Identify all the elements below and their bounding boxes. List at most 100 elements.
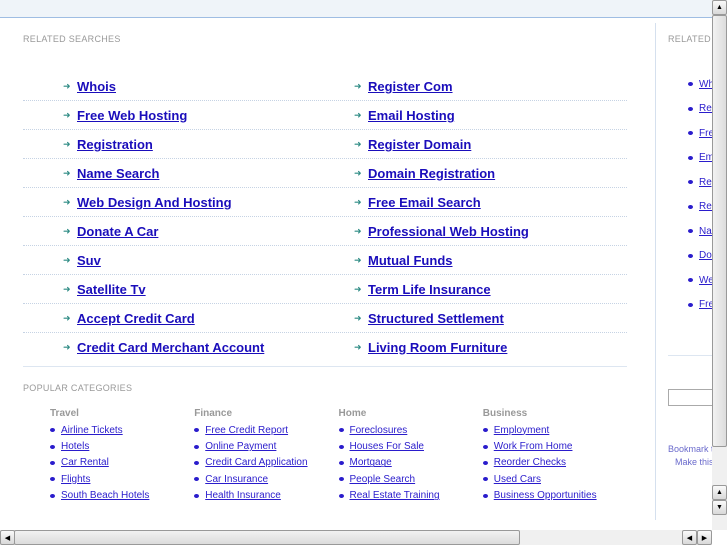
sidebar-link[interactable]: Free Web Hosting: [699, 128, 712, 139]
sidebar-link[interactable]: Email Hosting: [699, 152, 712, 163]
category-link[interactable]: Online Payment: [205, 441, 276, 452]
search-input[interactable]: [668, 389, 718, 406]
bullet-icon: [338, 428, 344, 433]
bullet-icon: [482, 460, 488, 465]
scroll-down-icon[interactable]: ▼: [712, 500, 727, 515]
category-heading: Home: [338, 408, 367, 419]
related-link[interactable]: Mutual Funds: [368, 253, 453, 268]
scroll-right-icon[interactable]: ▶: [697, 530, 712, 545]
list-item: Web Design And Hosting: [668, 268, 712, 293]
list-item: Reorder Checks: [482, 455, 627, 471]
list-item: Online Payment: [194, 438, 338, 454]
sidebar-title: RELATED SEARCHES: [668, 34, 712, 44]
arrow-right-icon: ➜: [354, 226, 362, 236]
related-link[interactable]: Domain Registration: [368, 166, 495, 181]
scroll-left-icon[interactable]: ◀: [0, 530, 15, 545]
related-link[interactable]: Free Web Hosting: [77, 108, 187, 123]
related-row: ➜ Credit Card Merchant Account ➜ Living Roo…: [23, 333, 627, 362]
category-link[interactable]: Employment: [494, 425, 550, 436]
category-link[interactable]: Reorder Checks: [494, 457, 566, 468]
arrow-right-icon: ➜: [63, 110, 71, 120]
category-link[interactable]: Foreclosures: [350, 425, 408, 436]
related-item: ➜ Satellite Tv: [63, 275, 146, 304]
sidebar-link[interactable]: Name Search: [699, 226, 712, 237]
bullet-icon: [482, 428, 488, 433]
category-heading: Travel: [50, 408, 79, 419]
related-link[interactable]: Free Email Search: [368, 195, 481, 210]
related-link[interactable]: Whois: [77, 79, 116, 94]
sidebar-link[interactable]: Whois: [699, 79, 712, 90]
related-item: ➜ Free Web Hosting: [63, 101, 187, 130]
category-link[interactable]: Houses For Sale: [350, 441, 424, 452]
related-item: ➜ Suv: [63, 246, 101, 275]
related-link[interactable]: Web Design And Hosting: [77, 195, 232, 210]
related-link[interactable]: Structured Settlement: [368, 311, 504, 326]
vertical-scroll-thumb[interactable]: [712, 15, 727, 447]
sidebar-link[interactable]: Domain Registration: [699, 250, 712, 261]
category-link[interactable]: Airline Tickets: [61, 425, 123, 436]
related-link[interactable]: Name Search: [77, 166, 159, 181]
arrow-right-icon: ➜: [354, 139, 362, 149]
related-item: ➜ Accept Credit Card: [63, 304, 195, 333]
category-link[interactable]: Used Cars: [494, 474, 541, 485]
bullet-icon: [688, 278, 693, 283]
category-link[interactable]: Work From Home: [494, 441, 573, 452]
related-link[interactable]: Email Hosting: [368, 108, 455, 123]
arrow-right-icon: ➜: [63, 284, 71, 294]
related-item: ➜ Term Life Insurance: [354, 275, 491, 304]
related-link[interactable]: Credit Card Merchant Account: [77, 340, 264, 355]
related-link[interactable]: Accept Credit Card: [77, 311, 195, 326]
bookmark-link[interactable]: Bookmark this page: [668, 444, 712, 454]
horizontal-scrollbar[interactable]: ◀ ◀ ▶: [0, 530, 712, 545]
category-link[interactable]: People Search: [350, 474, 416, 485]
vertical-scrollbar[interactable]: ▲ ▲ ▼: [712, 0, 727, 530]
related-item: ➜ Register Com: [354, 72, 453, 101]
category-link[interactable]: South Beach Hotels: [61, 490, 149, 501]
list-item: Health Insurance: [194, 488, 338, 504]
category-link[interactable]: Credit Card Application: [205, 457, 307, 468]
make-homepage-link[interactable]: Make this your homepage: [675, 457, 712, 467]
category-link[interactable]: Car Insurance: [205, 474, 268, 485]
category-column: Business Employment Work From Home Reorder …: [482, 408, 627, 504]
related-link[interactable]: Professional Web Hosting: [368, 224, 529, 239]
related-link[interactable]: Living Room Furniture: [368, 340, 507, 355]
bullet-icon: [482, 444, 488, 449]
sidebar-link[interactable]: Registration: [699, 177, 712, 188]
related-link[interactable]: Registration: [77, 137, 153, 152]
related-item: ➜ Name Search: [63, 159, 159, 188]
category-link[interactable]: Flights: [61, 474, 90, 485]
category-link[interactable]: Business Opportunities: [494, 490, 597, 501]
category-link[interactable]: Health Insurance: [205, 490, 281, 501]
related-link[interactable]: Term Life Insurance: [368, 282, 491, 297]
related-link[interactable]: Register Domain: [368, 137, 471, 152]
related-link[interactable]: Register Com: [368, 79, 453, 94]
arrow-right-icon: ➜: [354, 81, 362, 91]
scroll-left-icon[interactable]: ◀: [682, 530, 697, 545]
bullet-icon: [688, 82, 693, 87]
scroll-up-icon[interactable]: ▲: [712, 0, 727, 15]
sidebar-link[interactable]: Register Domain: [699, 201, 712, 212]
related-link[interactable]: Donate A Car: [77, 224, 158, 239]
category-link[interactable]: Free Credit Report: [205, 425, 288, 436]
related-link[interactable]: Satellite Tv: [77, 282, 146, 297]
category-column: Home Foreclosures Houses For Sale Mortgage P…: [338, 408, 483, 504]
category-link[interactable]: Mortgage: [350, 457, 392, 468]
list-item: Used Cars: [482, 471, 627, 487]
divider: [23, 366, 627, 367]
sidebar-link[interactable]: Register Com: [699, 103, 712, 114]
bullet-icon: [688, 155, 693, 160]
related-link[interactable]: Suv: [77, 253, 101, 268]
horizontal-scroll-thumb[interactable]: [14, 530, 520, 545]
related-item: ➜ Free Email Search: [354, 188, 481, 217]
category-link[interactable]: Hotels: [61, 441, 89, 452]
sidebar-link[interactable]: Web Design And Hosting: [699, 275, 712, 286]
list-item: Foreclosures: [338, 422, 483, 438]
related-item: ➜ Register Domain: [354, 130, 471, 159]
category-link[interactable]: Car Rental: [61, 457, 109, 468]
category-link[interactable]: Real Estate Training: [350, 490, 440, 501]
arrow-right-icon: ➜: [63, 313, 71, 323]
scroll-up-icon[interactable]: ▲: [712, 485, 727, 500]
list-item: Register Domain: [668, 195, 712, 220]
list-item: Email Hosting: [668, 146, 712, 171]
sidebar-link[interactable]: Free Email Search: [699, 299, 712, 310]
